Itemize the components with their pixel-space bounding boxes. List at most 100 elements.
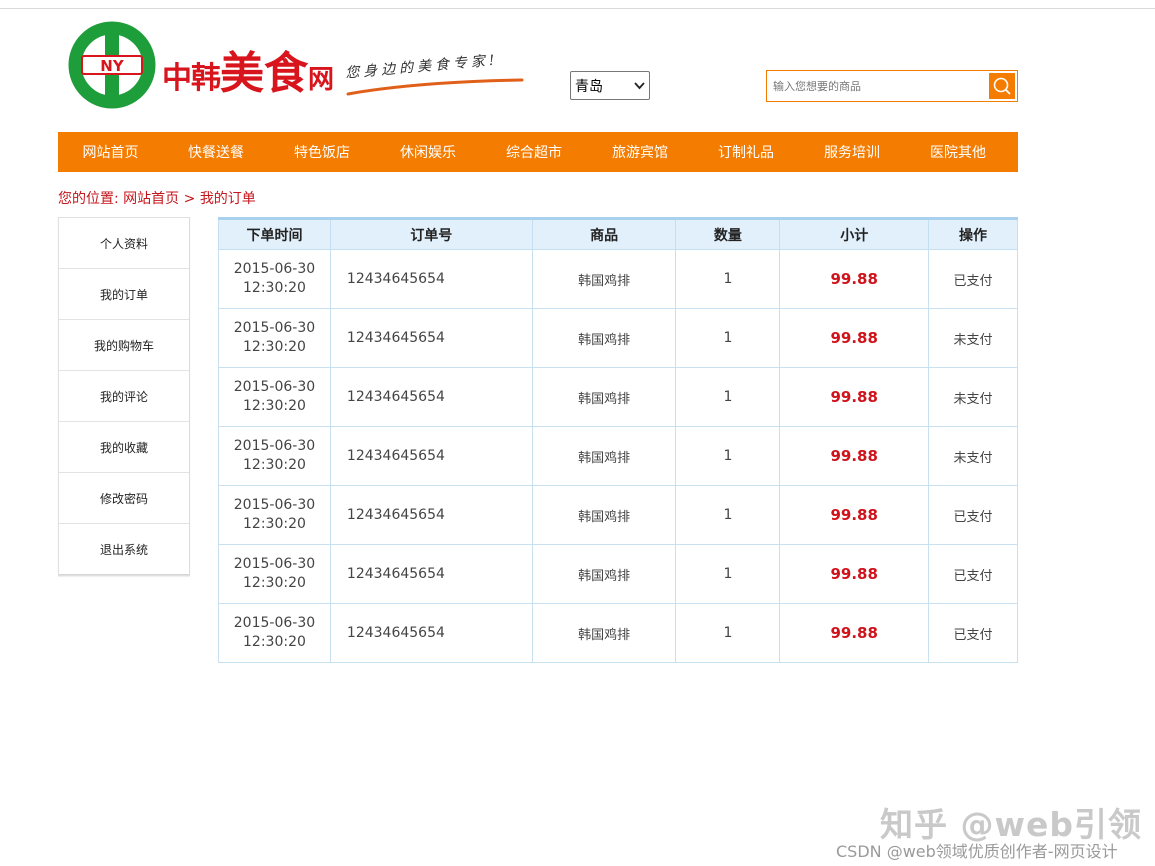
order-subtotal: 99.88 xyxy=(779,308,930,368)
order-time-cell: 2015-06-30 12:30:20 xyxy=(218,603,331,663)
order-number: 12434645654 xyxy=(329,249,533,309)
order-goods: 韩国鸡排 xyxy=(531,367,677,427)
nav-item-gifts[interactable]: 订制礼品 xyxy=(693,132,799,172)
order-time: 12:30:20 xyxy=(243,457,306,473)
order-time: 12:30:20 xyxy=(243,280,306,296)
order-time: 12:30:20 xyxy=(243,634,306,650)
order-subtotal: 99.88 xyxy=(779,426,930,486)
nav-item-training[interactable]: 服务培训 xyxy=(799,132,905,172)
order-time: 12:30:20 xyxy=(243,516,306,532)
nav-item-supermarket[interactable]: 综合超市 xyxy=(481,132,587,172)
column-header-goods: 商品 xyxy=(531,218,677,250)
order-quantity: 1 xyxy=(675,603,781,663)
order-time-cell: 2015-06-30 12:30:20 xyxy=(218,249,331,309)
order-number: 12434645654 xyxy=(329,485,533,545)
sidebar-item-logout[interactable]: 退出系统 xyxy=(59,524,189,575)
account-sidebar: 个人资料 我的订单 我的购物车 我的评论 我的收藏 修改密码 退出系统 xyxy=(58,217,190,576)
nav-item-fastfood[interactable]: 快餐送餐 xyxy=(163,132,269,172)
order-goods: 韩国鸡排 xyxy=(531,544,677,604)
sidebar-item-orders[interactable]: 我的订单 xyxy=(59,269,189,320)
table-row: 2015-06-30 12:30:20 12434645654 韩国鸡排 1 99… xyxy=(218,308,1018,368)
order-number: 12434645654 xyxy=(329,367,533,427)
order-number: 12434645654 xyxy=(329,544,533,604)
order-quantity: 1 xyxy=(675,544,781,604)
sidebar-item-change-password[interactable]: 修改密码 xyxy=(59,473,189,524)
search-box xyxy=(766,70,1018,102)
search-button[interactable] xyxy=(989,73,1015,99)
nav-item-home[interactable]: 网站首页 xyxy=(58,132,163,172)
order-date: 2015-06-30 xyxy=(233,261,316,277)
chevron-down-icon xyxy=(634,82,645,90)
city-selected: 青岛 xyxy=(575,78,603,95)
order-time: 12:30:20 xyxy=(243,339,306,355)
slogan-swoosh-icon xyxy=(346,78,524,96)
order-subtotal: 99.88 xyxy=(779,367,930,427)
breadcrumb: 您的位置: 网站首页 > 我的订单 xyxy=(58,188,256,208)
sidebar-item-cart[interactable]: 我的购物车 xyxy=(59,320,189,371)
sidebar-item-profile[interactable]: 个人资料 xyxy=(59,218,189,269)
order-time-cell: 2015-06-30 12:30:20 xyxy=(218,544,331,604)
order-date: 2015-06-30 xyxy=(233,497,316,513)
search-input[interactable] xyxy=(767,71,987,101)
order-date: 2015-06-30 xyxy=(233,320,316,336)
order-goods: 韩国鸡排 xyxy=(531,308,677,368)
column-header-order-no: 订单号 xyxy=(329,218,533,250)
order-status-link[interactable]: 未支付 xyxy=(928,426,1018,486)
order-status-link[interactable]: 已支付 xyxy=(928,603,1018,663)
order-goods: 韩国鸡排 xyxy=(531,249,677,309)
order-time-cell: 2015-06-30 12:30:20 xyxy=(218,426,331,486)
watermark-csdn: CSDN @web领域优质创作者-网页设计 xyxy=(836,842,1118,861)
search-icon xyxy=(993,77,1011,95)
order-time-cell: 2015-06-30 12:30:20 xyxy=(218,367,331,427)
breadcrumb-current: 我的订单 xyxy=(199,191,256,207)
order-subtotal: 99.88 xyxy=(779,603,930,663)
order-date: 2015-06-30 xyxy=(233,556,316,572)
order-date: 2015-06-30 xyxy=(233,615,316,631)
brand-part-1: 中韩 xyxy=(162,61,221,96)
order-status-link[interactable]: 已支付 xyxy=(928,485,1018,545)
order-goods: 韩国鸡排 xyxy=(531,485,677,545)
order-goods: 韩国鸡排 xyxy=(531,426,677,486)
order-number: 12434645654 xyxy=(329,308,533,368)
orders-table: 下单时间 订单号 商品 数量 小计 操作 2015-06-30 12:30:20 … xyxy=(218,217,1018,663)
nav-item-restaurants[interactable]: 特色饭店 xyxy=(269,132,375,172)
brand-part-3: 网 xyxy=(308,65,335,95)
breadcrumb-prefix: 您的位置: xyxy=(58,191,119,207)
order-number: 12434645654 xyxy=(329,426,533,486)
table-row: 2015-06-30 12:30:20 12434645654 韩国鸡排 1 99… xyxy=(218,367,1018,427)
order-subtotal: 99.88 xyxy=(779,249,930,309)
nav-item-entertainment[interactable]: 休闲娱乐 xyxy=(375,132,481,172)
column-header-quantity: 数量 xyxy=(675,218,781,250)
city-select[interactable]: 青岛 xyxy=(570,71,650,100)
table-row: 2015-06-30 12:30:20 12434645654 韩国鸡排 1 99… xyxy=(218,485,1018,545)
order-status-link[interactable]: 已支付 xyxy=(928,544,1018,604)
breadcrumb-separator: > xyxy=(183,191,196,207)
order-quantity: 1 xyxy=(675,367,781,427)
logo-icon[interactable]: NY xyxy=(66,20,158,110)
order-time: 12:30:20 xyxy=(243,398,306,414)
order-time-cell: 2015-06-30 12:30:20 xyxy=(218,485,331,545)
breadcrumb-home-link[interactable]: 网站首页 xyxy=(123,191,179,207)
order-status-link[interactable]: 未支付 xyxy=(928,367,1018,427)
order-quantity: 1 xyxy=(675,308,781,368)
table-row: 2015-06-30 12:30:20 12434645654 韩国鸡排 1 99… xyxy=(218,603,1018,663)
brand-part-2: 美食 xyxy=(220,48,308,99)
order-subtotal: 99.88 xyxy=(779,544,930,604)
sidebar-item-reviews[interactable]: 我的评论 xyxy=(59,371,189,422)
main-nav: 网站首页 快餐送餐 特色饭店 休闲娱乐 综合超市 旅游宾馆 订制礼品 服务培训 … xyxy=(58,132,1018,172)
order-status-link[interactable]: 已支付 xyxy=(928,249,1018,309)
nav-item-other[interactable]: 医院其他 xyxy=(905,132,1011,172)
column-header-order-time: 下单时间 xyxy=(218,218,331,250)
order-subtotal: 99.88 xyxy=(779,485,930,545)
table-header-row: 下单时间 订单号 商品 数量 小计 操作 xyxy=(218,218,1018,250)
order-quantity: 1 xyxy=(675,249,781,309)
nav-item-hotels[interactable]: 旅游宾馆 xyxy=(587,132,693,172)
column-header-subtotal: 小计 xyxy=(779,218,930,250)
order-goods: 韩国鸡排 xyxy=(531,603,677,663)
order-status-link[interactable]: 未支付 xyxy=(928,308,1018,368)
sidebar-item-favorites[interactable]: 我的收藏 xyxy=(59,422,189,473)
table-row: 2015-06-30 12:30:20 12434645654 韩国鸡排 1 99… xyxy=(218,544,1018,604)
column-header-action: 操作 xyxy=(928,218,1018,250)
order-quantity: 1 xyxy=(675,426,781,486)
table-row: 2015-06-30 12:30:20 12434645654 韩国鸡排 1 99… xyxy=(218,249,1018,309)
